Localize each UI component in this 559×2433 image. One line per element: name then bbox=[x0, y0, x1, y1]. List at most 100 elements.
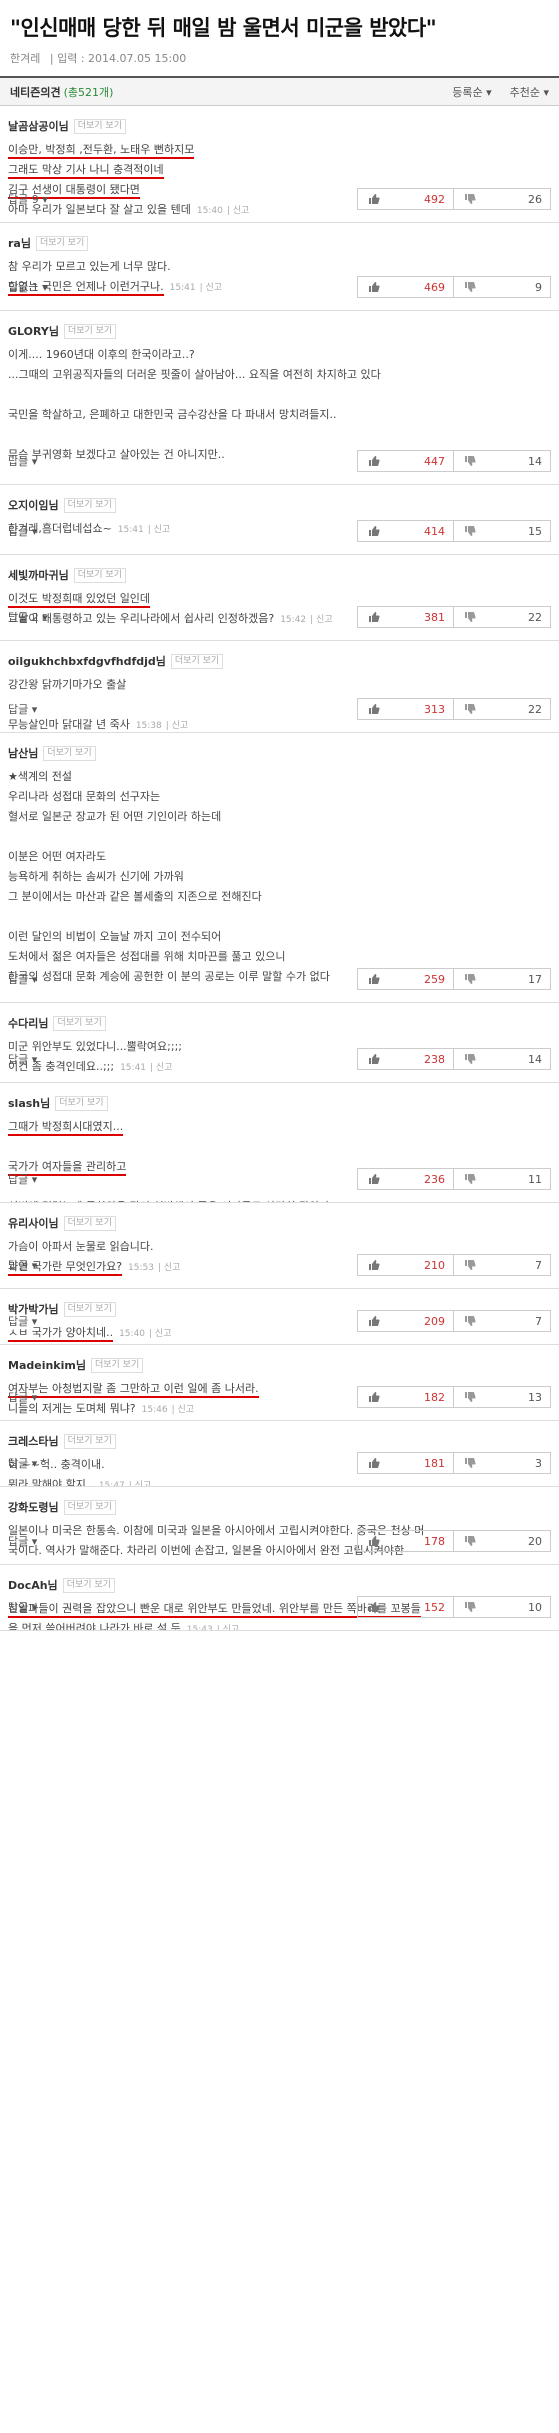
dislike-count: 26 bbox=[528, 192, 542, 206]
reply-toggle-link[interactable]: 더보기 보기 bbox=[90, 1357, 144, 1373]
reply-button[interactable]: 답글 ▾ bbox=[8, 1455, 37, 1471]
comment-line-text bbox=[8, 388, 12, 401]
like-button[interactable]: 178 bbox=[358, 1531, 454, 1551]
reply-button[interactable]: 답글 ▾ bbox=[8, 1257, 37, 1273]
reply-toggle-link[interactable]: 더보기 보기 bbox=[63, 1215, 116, 1231]
reply-button[interactable]: 답글 ▾ bbox=[8, 1533, 37, 1549]
dislike-button[interactable]: 10 bbox=[454, 1597, 550, 1617]
reply-button[interactable]: 답글 ▾ bbox=[8, 1389, 37, 1405]
thumbs-down-icon bbox=[465, 456, 476, 466]
comment-footer: 답글 ▾ 178 20 bbox=[8, 1524, 551, 1558]
like-button[interactable]: 236 bbox=[358, 1169, 454, 1189]
reply-toggle-link[interactable]: 더보기 보기 bbox=[73, 118, 126, 134]
reply-toggle-link[interactable]: 더보기 보기 bbox=[63, 1499, 116, 1515]
comment-author[interactable]: 유리사이님 bbox=[8, 1215, 59, 1231]
reply-toggle-link[interactable]: 더보기 보기 bbox=[43, 745, 96, 761]
reply-toggle-link[interactable]: 더보기 보기 bbox=[63, 323, 117, 339]
like-button[interactable]: 209 bbox=[358, 1311, 454, 1331]
comment-footer: 답글 ▾ 236 11 bbox=[8, 1162, 551, 1196]
dislike-button[interactable]: 11 bbox=[454, 1169, 550, 1189]
article-header: "인신매매 당한 뒤 매일 밤 울면서 미군을 받았다" 한겨레 | 입력 : … bbox=[0, 0, 559, 76]
reply-toggle-link[interactable]: 더보기 보기 bbox=[73, 567, 126, 583]
like-button[interactable]: 469 bbox=[358, 277, 454, 297]
comment-item: 크레스타님 더보기 보기 허 ~~헉.. 충격이내. 뭐라 말해야 할지 . 15:47… bbox=[0, 1421, 559, 1487]
dislike-button[interactable]: 3 bbox=[454, 1453, 550, 1473]
like-button[interactable]: 313 bbox=[358, 699, 454, 719]
vote-group: 492 26 bbox=[357, 188, 551, 210]
reply-toggle-link[interactable]: 더보기 보기 bbox=[35, 235, 89, 251]
comment-line-text bbox=[8, 428, 12, 441]
reply-count-label: 답글 ▾ bbox=[8, 1535, 38, 1548]
reply-button[interactable]: 답글 ▾ bbox=[8, 523, 37, 539]
sort-by-likes[interactable]: 추천순 ▾ bbox=[510, 84, 549, 100]
comment-author[interactable]: 수다리님 bbox=[8, 1015, 48, 1031]
comment-author[interactable]: 강화도령님 bbox=[8, 1499, 59, 1515]
comment-author[interactable]: 남산님 bbox=[8, 745, 38, 761]
reply-toggle-link[interactable]: 더보기 보기 bbox=[63, 497, 116, 513]
like-button[interactable]: 447 bbox=[358, 451, 454, 471]
comment-header: 세빛까마귀님 더보기 보기 bbox=[8, 567, 551, 583]
comments-title: 네티즌의견 bbox=[10, 85, 61, 99]
comment-line: 이런 달인의 비법이 오늘날 까지 고이 전수되어 bbox=[8, 927, 551, 947]
comment-author[interactable]: GLORY님 bbox=[8, 323, 59, 339]
comment-author[interactable]: 세빛까마귀님 bbox=[8, 567, 69, 583]
reply-button[interactable]: 답글 9 ▾ bbox=[8, 191, 48, 207]
comment-author[interactable]: oilgukhchbxfdgvfhdfdjd님 bbox=[8, 653, 166, 669]
dislike-button[interactable]: 15 bbox=[454, 521, 550, 541]
reply-button[interactable]: 답글 ▾ bbox=[8, 1313, 37, 1329]
like-button[interactable]: 182 bbox=[358, 1387, 454, 1407]
dislike-button[interactable]: 7 bbox=[454, 1255, 550, 1275]
dislike-button[interactable]: 13 bbox=[454, 1387, 550, 1407]
like-button[interactable]: 181 bbox=[358, 1453, 454, 1473]
reply-button[interactable]: 답글 ▾ bbox=[8, 1599, 37, 1615]
dislike-button[interactable]: 9 bbox=[454, 277, 550, 297]
reply-button[interactable]: 답글 ▾ bbox=[8, 701, 37, 717]
like-button[interactable]: 259 bbox=[358, 969, 454, 989]
reply-button[interactable]: 답글 ▾ bbox=[8, 453, 37, 469]
dislike-button[interactable]: 26 bbox=[454, 189, 550, 209]
reply-toggle-link[interactable]: 더보기 보기 bbox=[53, 1015, 106, 1031]
like-button[interactable]: 152 bbox=[358, 1597, 454, 1617]
dislike-button[interactable]: 22 bbox=[454, 699, 550, 719]
reply-button[interactable]: 답글 2 ▾ bbox=[8, 609, 48, 625]
reply-button[interactable]: 답글 ▾ bbox=[8, 1171, 37, 1187]
report-link[interactable]: | 신고 bbox=[217, 1625, 239, 1630]
like-button[interactable]: 414 bbox=[358, 521, 454, 541]
dislike-button[interactable]: 22 bbox=[454, 607, 550, 627]
thumbs-up-icon bbox=[369, 1392, 380, 1402]
reply-button[interactable]: 답글 1 ▾ bbox=[8, 279, 48, 295]
vote-group: 259 17 bbox=[357, 968, 551, 990]
dislike-button[interactable]: 20 bbox=[454, 1531, 550, 1551]
like-button[interactable]: 210 bbox=[358, 1255, 454, 1275]
reply-button[interactable]: 답글 ▾ bbox=[8, 971, 37, 987]
reply-button[interactable]: 답글 ▾ bbox=[8, 1051, 37, 1067]
like-count: 210 bbox=[424, 1258, 445, 1272]
like-count: 236 bbox=[424, 1172, 445, 1186]
comment-item: Madeinkim님 더보기 보기 여자부는 아청법지랄 좀 그만하고 이런 일에 … bbox=[0, 1345, 559, 1421]
thumbs-down-icon bbox=[465, 194, 476, 204]
comment-author[interactable]: slash님 bbox=[8, 1095, 50, 1111]
comment-author[interactable]: Madeinkim님 bbox=[8, 1357, 86, 1373]
comment-author[interactable]: 오지이임님 bbox=[8, 497, 59, 513]
thumbs-up-icon bbox=[369, 456, 380, 466]
comment-author[interactable]: ra님 bbox=[8, 235, 31, 251]
reply-toggle-link[interactable]: 더보기 보기 bbox=[55, 1095, 108, 1111]
thumbs-up-icon bbox=[369, 526, 380, 536]
thumbs-down-icon bbox=[465, 1174, 476, 1184]
reply-toggle-link[interactable]: 더보기 보기 bbox=[170, 653, 224, 669]
dislike-button[interactable]: 14 bbox=[454, 451, 550, 471]
dislike-button[interactable]: 14 bbox=[454, 1049, 550, 1069]
dislike-button[interactable]: 17 bbox=[454, 969, 550, 989]
thumbs-down-icon bbox=[465, 1392, 476, 1402]
like-button[interactable]: 492 bbox=[358, 189, 454, 209]
comment-footer: 답글 ▾ 313 22 bbox=[8, 692, 551, 726]
dislike-button[interactable]: 7 bbox=[454, 1311, 550, 1331]
thumbs-up-icon bbox=[369, 1458, 380, 1468]
like-button[interactable]: 238 bbox=[358, 1049, 454, 1069]
like-button[interactable]: 381 bbox=[358, 607, 454, 627]
thumbs-up-icon bbox=[369, 1316, 380, 1326]
comment-author[interactable]: 날곰삼공이님 bbox=[8, 118, 69, 134]
dislike-count: 9 bbox=[535, 280, 542, 294]
comment-footer: 답글 2 ▾ 381 22 bbox=[8, 600, 551, 634]
sort-by-date[interactable]: 등록순 ▾ bbox=[452, 84, 491, 100]
